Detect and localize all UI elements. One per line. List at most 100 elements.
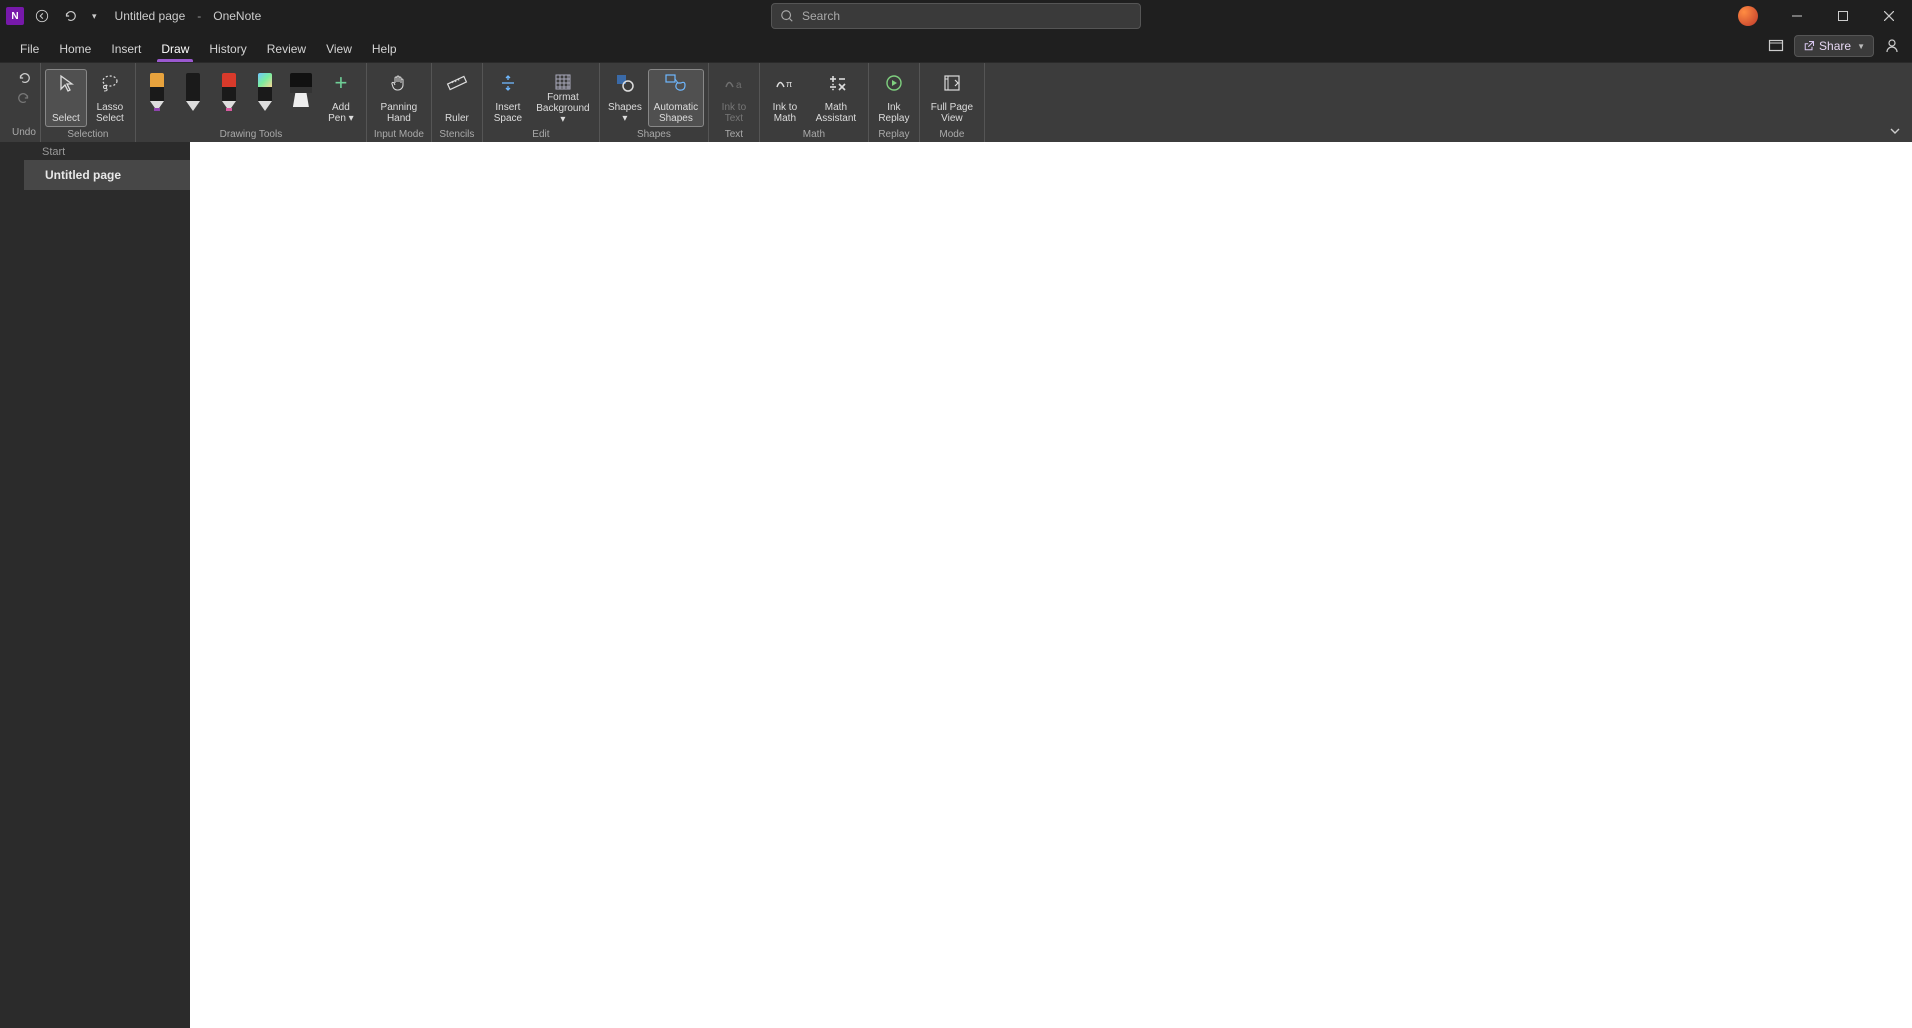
select-button[interactable]: Select [45,69,87,127]
back-button[interactable] [32,6,52,26]
pen-tool-4[interactable] [248,69,282,113]
cursor-icon [56,73,76,93]
fullpage-label2: View [941,113,963,124]
redo-button[interactable] [13,89,35,107]
titlebar: N ▾ Untitled page - OneNote [0,0,1912,32]
format-background-button[interactable]: FormatBackground ▾ [531,69,595,127]
tab-view[interactable]: View [316,36,362,62]
ink-to-math-button[interactable]: π Ink toMath [764,69,806,127]
group-label-undo: Undo [12,125,36,142]
group-label-edit: Edit [487,127,595,144]
page-list-item[interactable]: Untitled page [24,160,190,190]
math-assist-label2: Assistant [816,113,857,124]
open-in-desktop-button[interactable] [1764,34,1788,58]
pen-tool-2[interactable] [176,69,210,113]
math-assist-label1: Math [825,102,847,113]
ink-to-text-button[interactable]: a Ink toText [713,69,755,127]
close-button[interactable] [1866,0,1912,32]
ribbon-group-edit: InsertSpace FormatBackground ▾ Edit [483,63,600,142]
panning-hand-button[interactable]: PanningHand [371,69,427,127]
titlebar-right [1738,0,1912,32]
ribbon-group-text: a Ink toText Text [709,63,760,142]
full-page-view-button[interactable]: Full PageView [924,69,980,127]
undo-qat-button[interactable] [60,6,80,26]
pen-tool-1[interactable] [140,69,174,113]
format-bg-label2: Background ▾ [536,103,589,125]
user-avatar[interactable] [1738,6,1758,26]
app-name: OneNote [213,9,261,23]
ink-to-text-icon: a [723,73,745,93]
automatic-shapes-button[interactable]: AutomaticShapes [648,69,704,127]
undo-button[interactable] [13,69,35,87]
fullpage-icon [942,73,962,93]
insert-space-button[interactable]: InsertSpace [487,69,529,127]
share-label: Share [1819,39,1851,53]
svg-text:π: π [786,79,792,89]
tab-help[interactable]: Help [362,36,407,62]
work-area: Start Untitled page [0,142,1912,1028]
shapes-icon [614,72,636,94]
qat-dropdown[interactable]: ▾ [88,11,101,22]
grid-icon [553,72,573,92]
redo-icon [17,91,31,105]
maximize-button[interactable] [1820,0,1866,32]
title-separator: - [197,9,201,23]
tab-history[interactable]: History [199,36,256,62]
tab-home[interactable]: Home [49,36,101,62]
minimize-button[interactable] [1774,0,1820,32]
add-pen-button[interactable]: + AddPen ▾ [320,69,362,127]
svg-text:a: a [736,80,742,91]
tab-insert[interactable]: Insert [101,36,151,62]
highlighter-tool[interactable] [284,69,318,113]
panning-label2: Hand [387,113,411,124]
ribbon: Undo Select Lasso Select Selection [0,62,1912,142]
ribbon-group-replay: InkReplay Replay [869,63,920,142]
tab-review[interactable]: Review [257,36,316,62]
group-label-math: Math [764,127,864,144]
ribbon-group-mode: Full PageView Mode [920,63,985,142]
group-label-selection: Selection [45,127,131,144]
ribbon-collapse-button[interactable] [1888,126,1902,136]
group-label-mode: Mode [924,127,980,144]
math-assistant-button[interactable]: MathAssistant [808,69,864,127]
hand-icon [389,73,409,93]
ink-replay-button[interactable]: InkReplay [873,69,915,127]
search-box[interactable] [771,3,1141,29]
close-icon [1884,11,1894,21]
lasso-label: Lasso Select [96,102,124,124]
navigation-pane-bar[interactable] [0,142,24,1028]
ribbon-group-math: π Ink toMath MathAssistant Math [760,63,869,142]
window-icon [1768,38,1784,54]
insert-space-label1: Insert [495,102,520,113]
ruler-button[interactable]: Ruler [436,69,478,127]
search-input[interactable] [802,9,1132,23]
ruler-icon [446,72,468,94]
canvas[interactable] [190,142,1912,1028]
add-pen-label1: Add [332,102,350,113]
maximize-icon [1838,11,1848,21]
tab-file[interactable]: File [10,36,49,62]
insert-space-label2: Space [494,113,522,124]
collab-button[interactable] [1880,34,1904,58]
chevron-down-icon: ▼ [1857,42,1865,51]
fullpage-label1: Full Page [931,102,973,113]
share-button[interactable]: Share ▼ [1794,35,1874,57]
replay-label2: Replay [878,113,909,124]
search-icon [780,9,794,23]
select-label: Select [52,113,80,124]
app-icon: N [6,7,24,25]
titlebar-left: N ▾ Untitled page - OneNote [0,6,261,26]
group-label-replay: Replay [873,127,915,144]
auto-shapes-label1: Automatic [654,102,698,113]
group-label-text: Text [713,127,755,144]
group-label-shapes: Shapes [604,127,704,144]
insert-space-icon [498,73,518,93]
ribbon-group-undo: Undo [8,63,41,142]
share-icon [1803,40,1815,52]
lasso-button[interactable]: Lasso Select [89,69,131,127]
pen-tool-3[interactable] [212,69,246,113]
shapes-button[interactable]: Shapes▾ [604,69,646,127]
auto-shapes-icon [664,73,688,93]
tab-draw[interactable]: Draw [151,36,199,62]
group-label-input: Input Mode [371,127,427,144]
